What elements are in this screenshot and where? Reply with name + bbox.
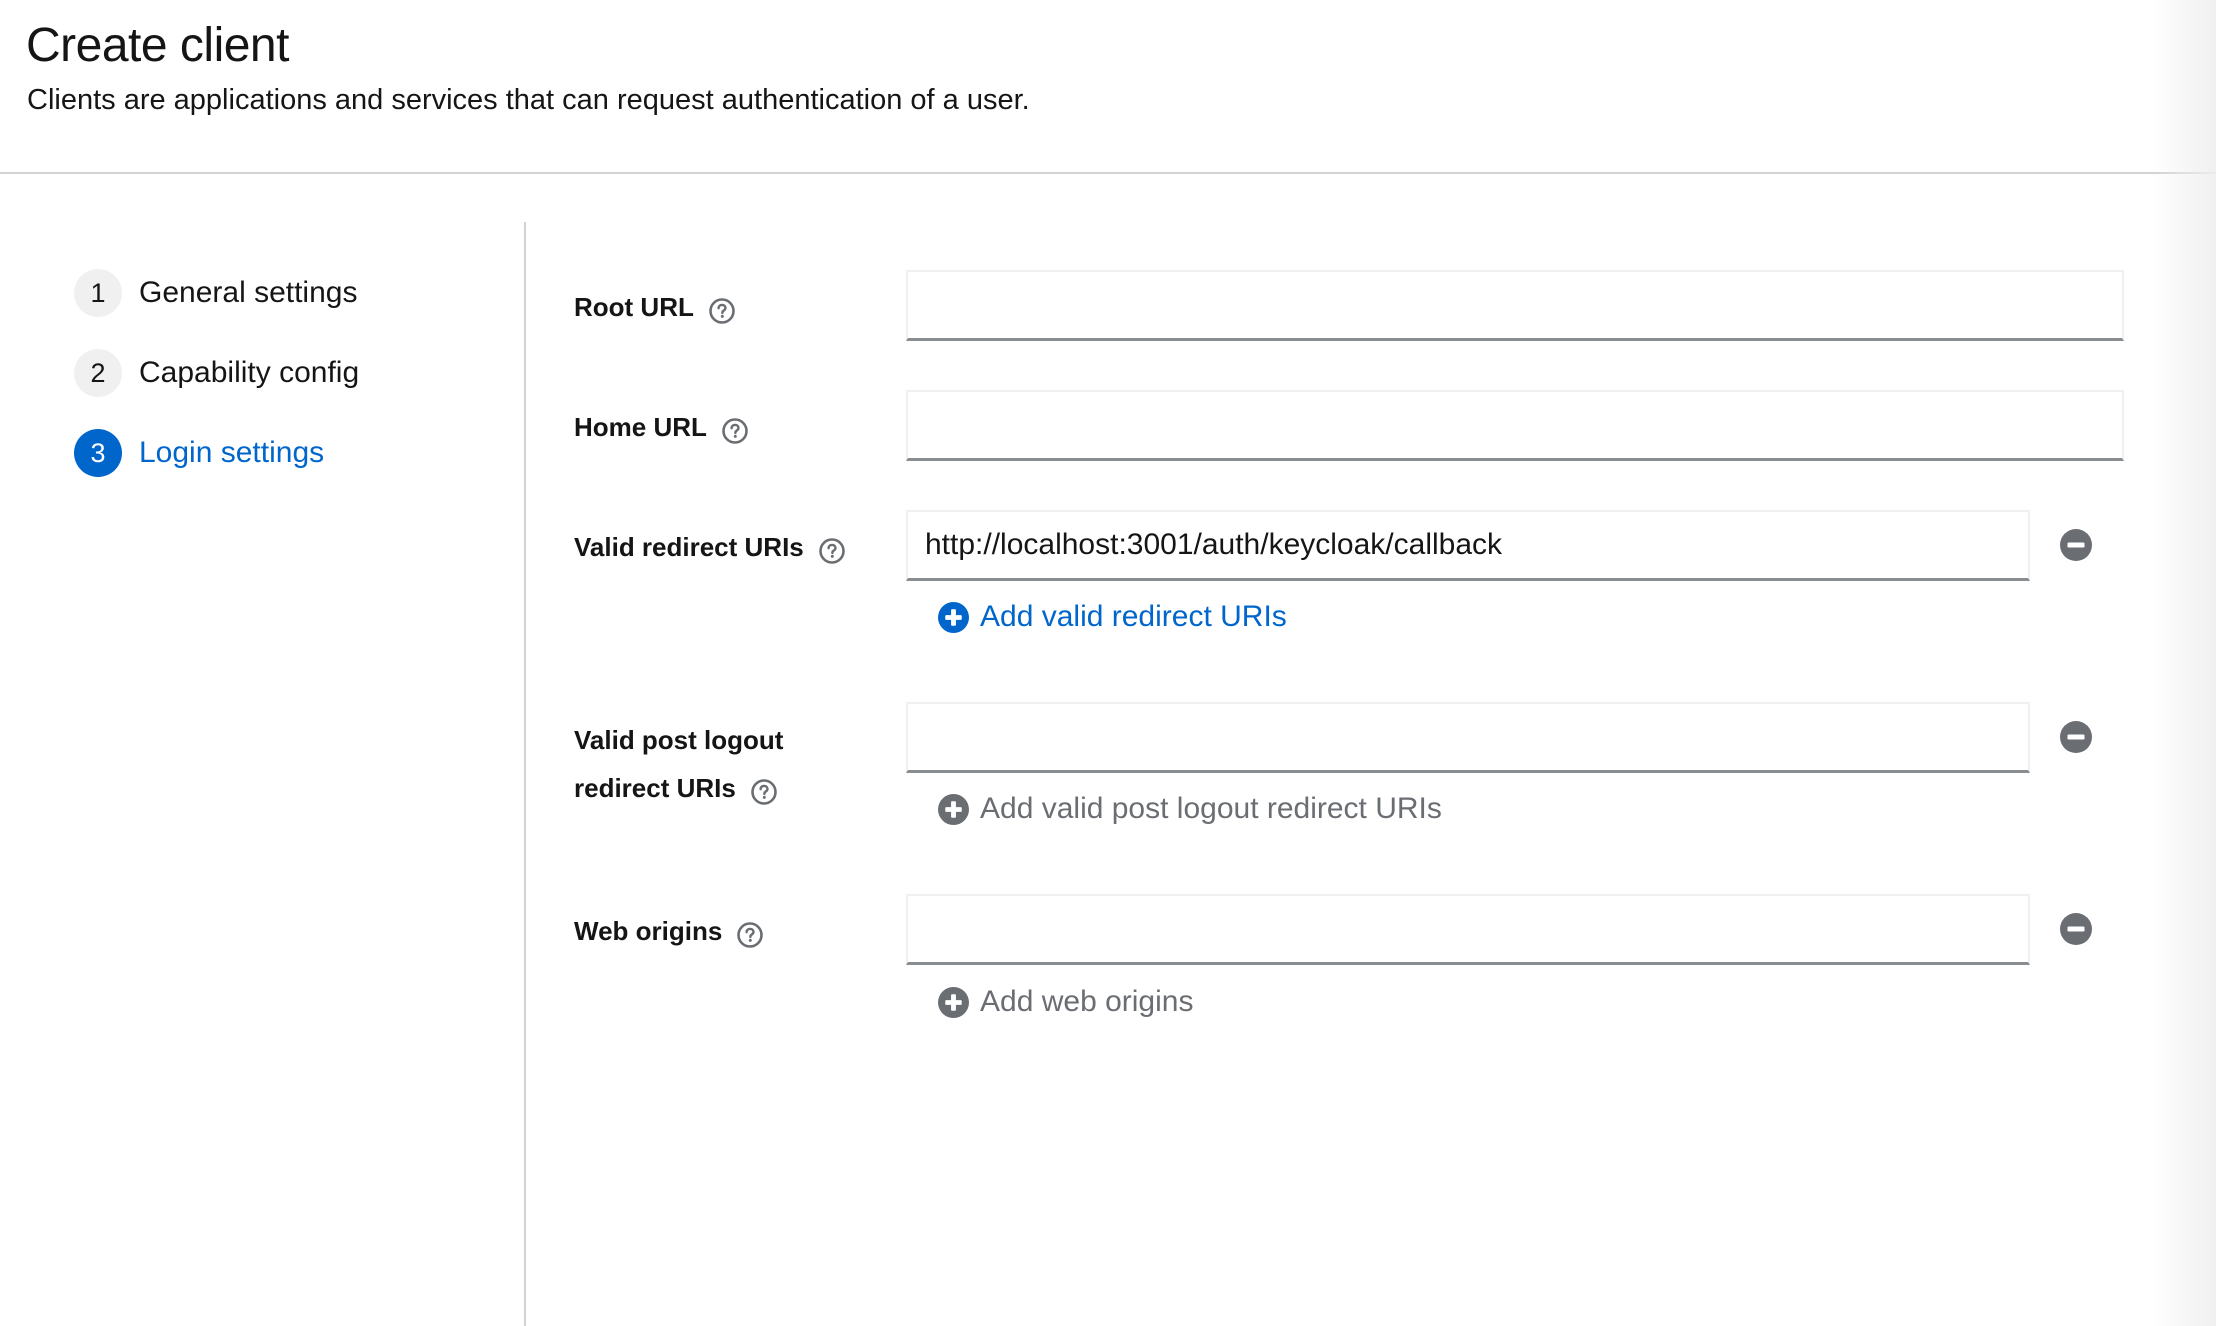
help-circle-icon[interactable] xyxy=(721,412,749,444)
plus-circle-icon xyxy=(938,986,969,1018)
step-number: 3 xyxy=(74,429,122,477)
root-url-label: Root URL xyxy=(574,283,736,331)
home-url-label-text: Home URL xyxy=(574,412,707,442)
help-circle-icon[interactable] xyxy=(708,292,736,324)
add-valid-redirect-uri-label: Add valid redirect URIs xyxy=(980,600,1287,633)
wizard-step-capability-config[interactable]: 2 Capability config xyxy=(74,349,359,397)
step-label: Login settings xyxy=(139,436,325,469)
add-valid-redirect-uri-button[interactable]: Add valid redirect URIs xyxy=(938,597,1287,637)
page-title: Create client xyxy=(26,19,289,72)
home-url-input[interactable] xyxy=(906,390,2124,461)
remove-redirect-uri-button[interactable] xyxy=(2060,529,2092,561)
step-number: 1 xyxy=(74,269,122,317)
step-label: General settings xyxy=(139,276,358,309)
create-client-page: Create client Clients are applications a… xyxy=(0,0,2216,1326)
add-post-logout-redirect-uri-button[interactable]: Add valid post logout redirect URIs xyxy=(938,789,1442,829)
page-header: Create client Clients are applications a… xyxy=(0,0,2216,174)
remove-post-logout-redirect-uri-button[interactable] xyxy=(2060,721,2092,753)
valid-redirect-uris-label-text: Valid redirect URIs xyxy=(574,532,804,562)
home-url-label: Home URL xyxy=(574,403,749,451)
web-origins-label: Web origins xyxy=(574,907,764,955)
add-web-origin-label: Add web origins xyxy=(980,985,1194,1018)
scroll-edge-shadow xyxy=(2152,0,2216,1326)
minus-circle-icon xyxy=(2060,529,2092,561)
step-label: Capability config xyxy=(139,356,360,389)
add-post-logout-redirect-uri-label: Add valid post logout redirect URIs xyxy=(980,792,1442,825)
minus-circle-icon xyxy=(2060,913,2092,945)
post-logout-label-line2: redirect URIs xyxy=(574,773,736,803)
valid-redirect-uris-label: Valid redirect URIs xyxy=(574,523,846,571)
remove-web-origin-button[interactable] xyxy=(2060,913,2092,945)
post-logout-redirect-uri-input[interactable] xyxy=(906,702,2030,773)
help-circle-icon[interactable] xyxy=(750,773,778,805)
valid-redirect-uri-input[interactable] xyxy=(906,510,2030,581)
wizard-step-login-settings[interactable]: 3 Login settings xyxy=(74,429,324,477)
post-logout-label-line1: Valid post logout xyxy=(574,725,784,755)
wizard-step-general-settings[interactable]: 1 General settings xyxy=(74,269,357,317)
plus-circle-icon xyxy=(938,793,969,825)
help-circle-icon[interactable] xyxy=(736,916,764,948)
wizard-divider xyxy=(524,222,526,1326)
wizard-nav xyxy=(0,174,524,1326)
web-origins-label-text: Web origins xyxy=(574,916,723,946)
help-circle-icon[interactable] xyxy=(818,532,846,564)
web-origin-input[interactable] xyxy=(906,894,2030,965)
post-logout-redirect-uris-label: Valid post logout redirect URIs xyxy=(574,716,783,812)
plus-circle-icon xyxy=(938,601,969,633)
step-number: 2 xyxy=(74,349,122,397)
page-subtitle: Clients are applications and services th… xyxy=(27,84,1030,116)
add-web-origin-button[interactable]: Add web origins xyxy=(938,982,1193,1022)
minus-circle-icon xyxy=(2060,721,2092,753)
root-url-label-text: Root URL xyxy=(574,292,694,322)
root-url-input[interactable] xyxy=(906,270,2124,341)
